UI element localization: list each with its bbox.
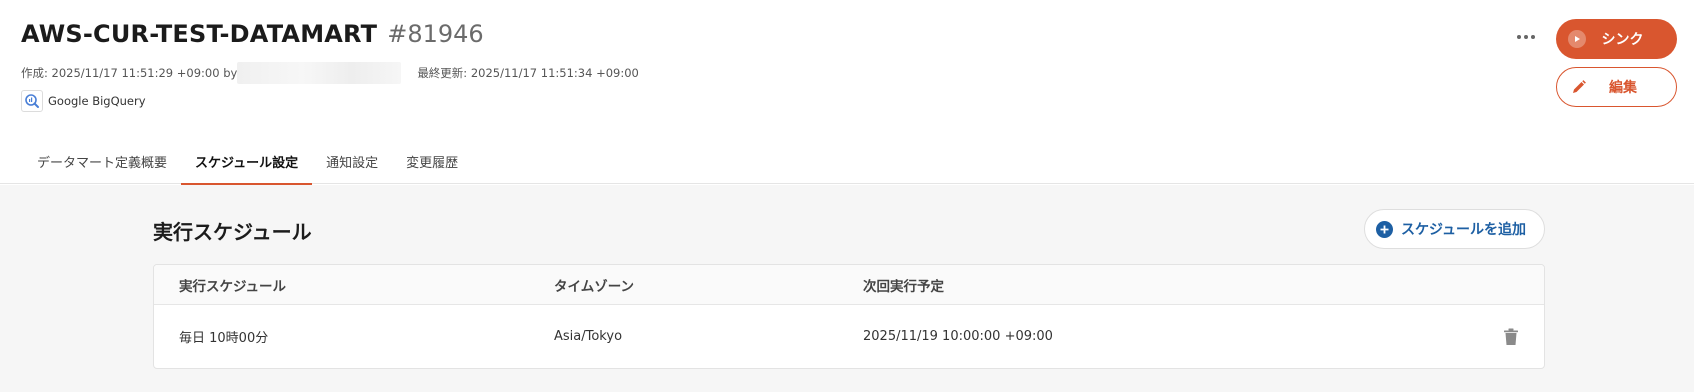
add-schedule-button[interactable]: スケジュールを追加: [1364, 209, 1545, 249]
section-title: 実行スケジュール: [153, 220, 312, 244]
datamart-id: #81946: [387, 20, 484, 48]
schedule-cell: 毎日 10時00分: [179, 331, 269, 346]
more-options-button[interactable]: [1509, 25, 1543, 49]
table-header: 実行スケジュール タイムゾーン 次回実行予定: [154, 265, 1544, 305]
title-row: AWS-CUR-TEST-DATAMART #81946: [21, 20, 484, 48]
tab-bar: データマート定義概要 スケジュール設定 通知設定 変更履歴: [23, 142, 472, 185]
table-row: 毎日 10時00分 Asia/Tokyo 2025/11/19 10:00:00…: [154, 305, 1544, 368]
add-schedule-label: スケジュールを追加: [1401, 222, 1527, 238]
source-label: Google BigQuery: [48, 94, 146, 108]
schedule-table: 実行スケジュール タイムゾーン 次回実行予定 毎日 10時00分 Asia/To…: [153, 264, 1545, 369]
more-horizontal-icon: [1517, 35, 1521, 39]
edit-label: 編集: [1609, 80, 1637, 96]
source-chip: Google BigQuery: [21, 90, 146, 112]
sync-label: シンク: [1601, 32, 1644, 48]
meta-info: 作成: 2025/11/17 11:51:29 +09:00 by 最終更新: …: [21, 62, 639, 84]
column-header-next-run: 次回実行予定: [863, 278, 944, 295]
trash-icon[interactable]: [1503, 328, 1519, 346]
page-header: AWS-CUR-TEST-DATAMART #81946 作成: 2025/11…: [0, 0, 1694, 185]
page-title: AWS-CUR-TEST-DATAMART: [21, 20, 378, 48]
timezone-cell: Asia/Tokyo: [554, 329, 623, 344]
column-header-timezone: タイムゾーン: [554, 278, 635, 295]
updated-info: 最終更新: 2025/11/17 11:51:34 +09:00: [417, 66, 639, 80]
tab-notification-settings[interactable]: 通知設定: [312, 142, 392, 184]
next-run-cell: 2025/11/19 10:00:00 +09:00: [863, 329, 1053, 344]
plus-circle-icon: [1376, 220, 1393, 238]
tab-datamart-overview[interactable]: データマート定義概要: [23, 142, 181, 184]
edit-button[interactable]: 編集: [1556, 67, 1677, 107]
redacted-author: [237, 62, 402, 84]
column-header-schedule: 実行スケジュール: [179, 278, 287, 295]
play-circle-icon: [1568, 30, 1586, 48]
created-info: 作成: 2025/11/17 11:51:29 +09:00 by: [21, 66, 238, 80]
pencil-icon: [1570, 78, 1588, 96]
schedule-panel: 実行スケジュール スケジュールを追加 実行スケジュール タイムゾーン 次回実行予…: [0, 185, 1694, 392]
sync-button[interactable]: シンク: [1556, 19, 1677, 59]
bigquery-icon: [21, 90, 43, 112]
tab-change-history[interactable]: 変更履歴: [392, 142, 472, 184]
tab-schedule-settings[interactable]: スケジュール設定: [181, 142, 313, 185]
